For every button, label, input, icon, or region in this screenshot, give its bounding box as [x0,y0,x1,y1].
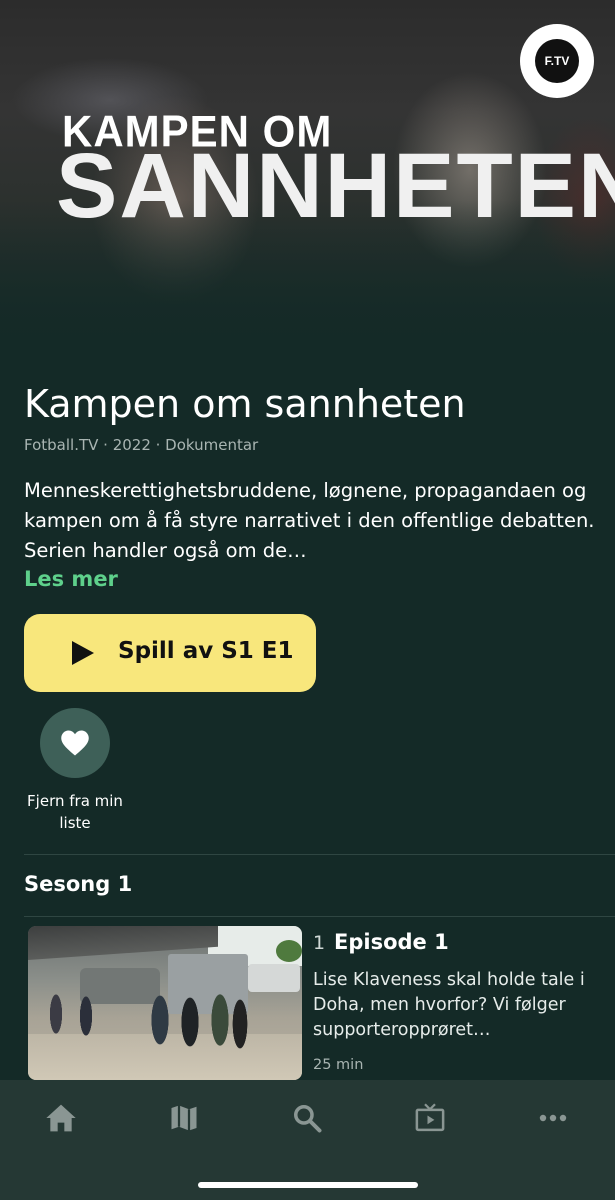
episode-description: Lise Klaveness skal holde tale i Doha, m… [313,970,585,1040]
season-title[interactable]: Sesong 1 [24,872,132,896]
read-more-link[interactable]: Les mer [24,567,118,591]
map-icon [171,1105,197,1131]
tab-search[interactable] [277,1098,337,1138]
more-icon [539,1114,567,1122]
home-icon [46,1104,76,1132]
home-indicator[interactable] [198,1182,418,1188]
search-icon [294,1105,322,1133]
tab-browse[interactable] [154,1098,214,1138]
play-button[interactable]: Spill av S1 E1 [24,614,316,692]
episode-duration: 25 min [313,1057,364,1073]
section-divider [24,854,615,855]
tab-live[interactable] [400,1098,460,1138]
channel-logo: F.TV [520,24,594,98]
episode-number: 1 [313,932,326,954]
heart-icon [61,730,89,756]
series-title: Kampen om sannheten [24,382,466,426]
episode-thumbnail [28,926,302,1080]
tv-icon [415,1103,445,1132]
tab-more[interactable] [523,1098,583,1138]
series-meta: Fotball.TV · 2022 · Dokumentar [24,436,259,454]
series-detail-screen: KAMPEN OM SANNHETEN F.TV Kampen om sannh… [0,0,615,1200]
remove-from-list-label: Fjern fra min liste [27,792,123,832]
play-icon [72,641,94,665]
series-description: Menneskerettighetsbruddene, løgnene, pro… [24,479,595,562]
hero-title-line2: SANNHETEN [56,135,615,237]
section-divider [24,916,615,917]
episode-title: Episode 1 [334,930,449,954]
remove-from-list-button[interactable] [40,708,110,778]
channel-logo-text: F.TV [535,39,579,83]
tab-home[interactable] [31,1098,91,1138]
play-button-label: Spill av S1 E1 [118,638,294,664]
